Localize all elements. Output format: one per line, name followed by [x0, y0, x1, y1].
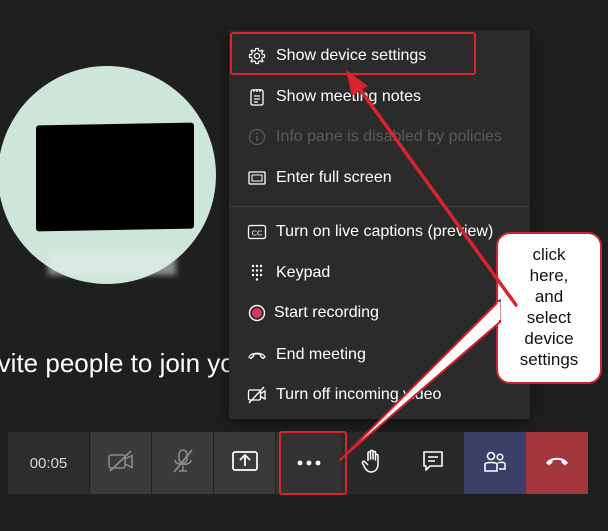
annotation-arrows — [339, 70, 518, 461]
red-arrow-head — [346, 70, 368, 96]
callout-tail — [339, 299, 501, 461]
red-arrow — [354, 82, 518, 307]
